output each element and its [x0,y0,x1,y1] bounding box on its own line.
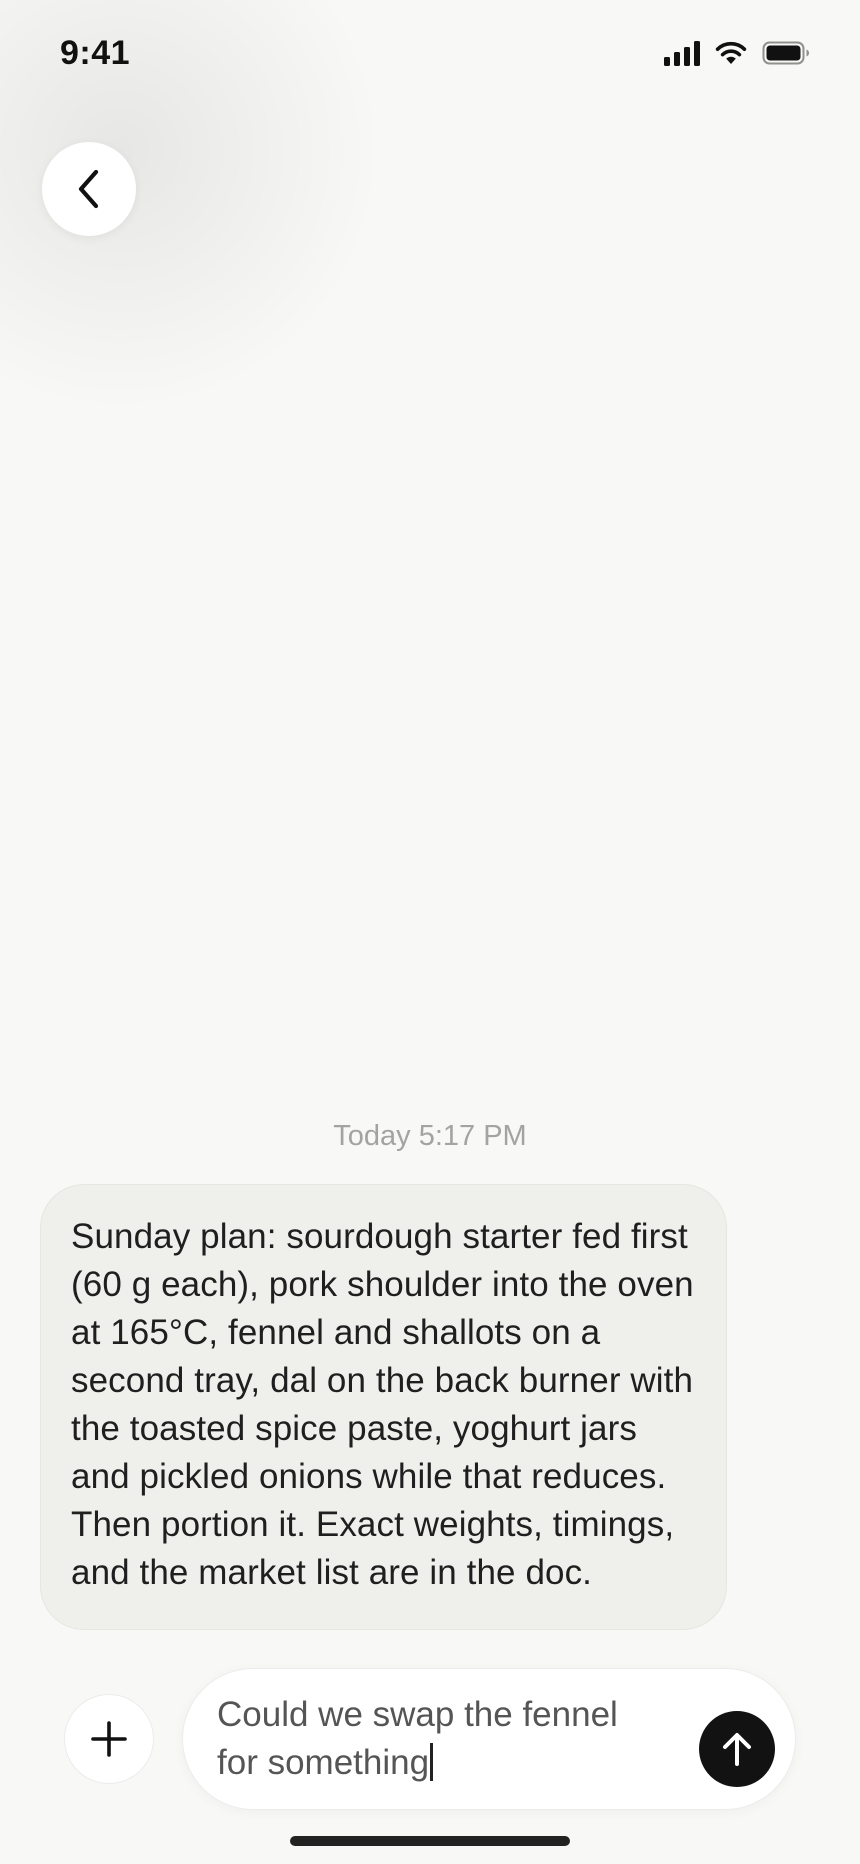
draft-text: Could we swap the fennel for something [217,1695,618,1782]
battery-icon [762,41,809,65]
message-text: Sunday plan: sourdough starter fed first… [71,1217,694,1592]
received-message-bubble: Sunday plan: sourdough starter fed first… [40,1184,727,1630]
signal-icon [664,40,700,66]
add-attachment-button[interactable] [64,1694,154,1784]
send-button[interactable] [699,1711,775,1787]
chevron-left-icon [78,169,99,209]
status-icons [664,40,810,66]
plus-icon [91,1721,127,1757]
message-input[interactable]: Could we swap the fennel for something [182,1668,796,1810]
status-bar: 9:41 [0,0,860,112]
text-cursor [430,1743,433,1781]
message-input-text[interactable]: Could we swap the fennel for something [217,1691,657,1787]
home-indicator [290,1836,570,1846]
message-timestamp: Today 5:17 PM [333,1120,527,1152]
wifi-icon [715,41,747,64]
status-time: 9:41 [60,34,131,72]
chat-screen: 9:41 Today 5:17 PM Sunday plan: sourdoug… [0,0,860,1864]
back-button[interactable] [42,142,136,236]
arrow-up-icon [723,1733,751,1766]
